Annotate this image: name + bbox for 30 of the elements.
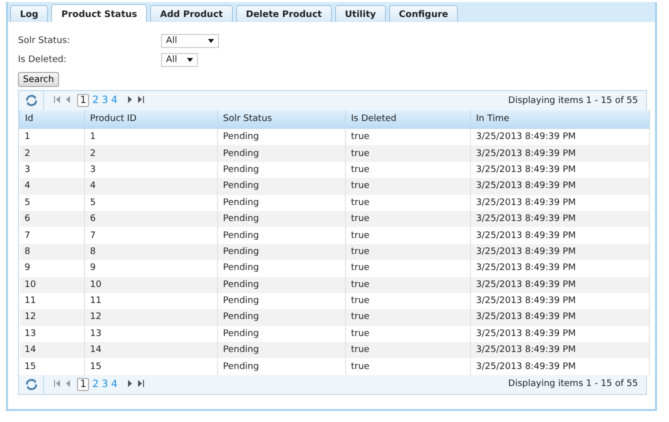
previous-page-icon[interactable] (66, 96, 70, 103)
last-page-icon[interactable] (138, 380, 144, 387)
tab[interactable]: Configure (388, 5, 458, 23)
first-page-icon[interactable] (54, 380, 60, 387)
previous-page-icon[interactable] (66, 380, 70, 387)
next-page-icon[interactable] (128, 380, 132, 387)
column-header[interactable]: Product ID (84, 110, 218, 128)
dropdown[interactable]: All (161, 34, 219, 48)
tab[interactable]: Delete Product (236, 5, 332, 23)
filter-label: Solr Status: (18, 36, 71, 46)
page-link[interactable]: 1 (77, 94, 90, 107)
first-page-icon[interactable] (54, 96, 60, 103)
column-header[interactable]: In Time (470, 110, 650, 128)
tab[interactable]: Add Product (150, 5, 233, 23)
last-page-icon[interactable] (138, 96, 144, 103)
filter-label: Is Deleted: (18, 54, 68, 64)
column-header[interactable]: Id (20, 110, 84, 128)
page-link[interactable]: 1 (77, 378, 90, 391)
pager-info: Displaying items 1 - 15 of 55 (508, 379, 638, 390)
caret-icon (208, 38, 214, 42)
next-page-icon[interactable] (128, 96, 132, 103)
column-header[interactable]: Solr Status (218, 110, 346, 128)
search-button[interactable]: Search (18, 72, 59, 87)
column-header[interactable]: Is Deleted (346, 110, 470, 128)
tab[interactable]: Log (10, 5, 48, 23)
caret-icon (187, 58, 193, 62)
pager-info: Displaying items 1 - 15 of 55 (508, 96, 638, 106)
dropdown[interactable]: All (161, 52, 198, 66)
tab[interactable]: Product Status (51, 4, 148, 24)
tab[interactable]: Utility (334, 5, 386, 23)
